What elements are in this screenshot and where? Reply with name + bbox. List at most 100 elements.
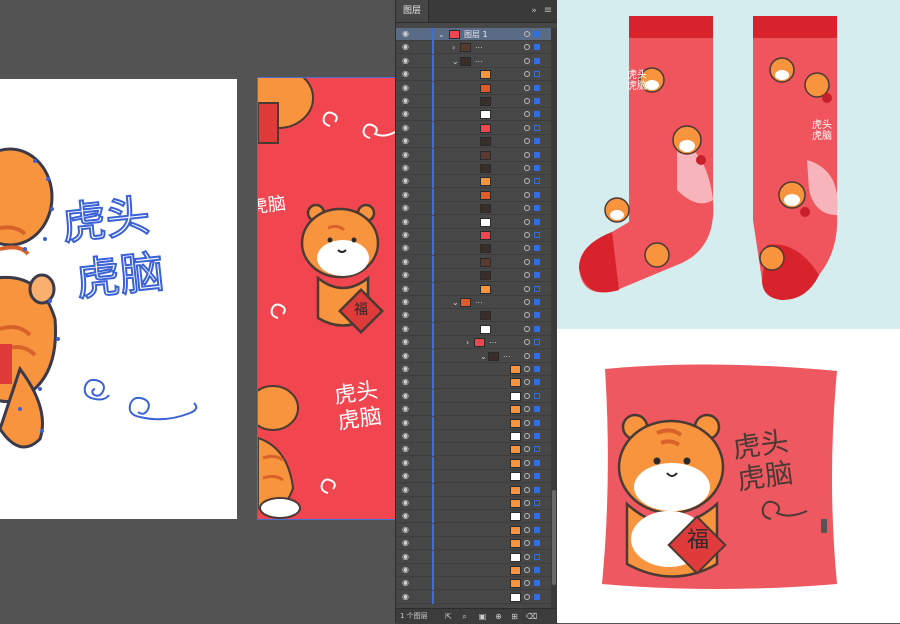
visibility-eye-icon[interactable]: ◉ xyxy=(402,30,412,38)
selection-square-icon[interactable] xyxy=(534,553,540,560)
target-circle-icon[interactable] xyxy=(524,553,530,560)
selection-square-icon[interactable] xyxy=(534,178,540,185)
selection-square-icon[interactable] xyxy=(534,513,540,520)
selection-square-icon[interactable] xyxy=(534,98,540,104)
target-circle-icon[interactable] xyxy=(524,486,530,493)
visibility-eye-icon[interactable]: ◉ xyxy=(402,552,412,561)
expand-chevron-icon[interactable]: ⌄ xyxy=(438,28,445,41)
layer-row[interactable]: ◉ xyxy=(396,510,551,524)
visibility-eye-icon[interactable]: ◉ xyxy=(402,123,412,132)
layer-row[interactable]: ◉ xyxy=(396,162,551,175)
visibility-eye-icon[interactable]: ◉ xyxy=(402,298,412,306)
selection-square-icon[interactable] xyxy=(534,339,540,346)
selection-square-icon[interactable] xyxy=(534,71,540,78)
chevron-right-icon[interactable]: › xyxy=(452,41,455,54)
target-circle-icon[interactable] xyxy=(524,218,530,225)
visibility-eye-icon[interactable]: ◉ xyxy=(402,70,412,78)
visibility-eye-icon[interactable]: ◉ xyxy=(402,566,412,574)
layer-row[interactable]: ◉ xyxy=(396,577,551,591)
visibility-eye-icon[interactable]: ◉ xyxy=(402,190,412,199)
target-circle-icon[interactable] xyxy=(524,84,530,91)
visibility-eye-icon[interactable]: ◉ xyxy=(402,432,412,440)
layer-row[interactable]: ◉ xyxy=(396,242,551,256)
clipping-mask-icon[interactable]: ▣ xyxy=(478,612,487,621)
artboard-pattern-tile[interactable]: 虎脑 福 虎头 虎脑 xyxy=(257,77,395,520)
visibility-eye-icon[interactable]: ◉ xyxy=(402,244,412,252)
selection-square-icon[interactable] xyxy=(534,540,540,547)
visibility-eye-icon[interactable]: ◉ xyxy=(402,458,412,467)
layers-scroll-thumb[interactable] xyxy=(552,490,556,585)
selection-square-icon[interactable] xyxy=(534,151,540,158)
selection-square-icon[interactable] xyxy=(534,232,540,238)
selection-square-icon[interactable] xyxy=(534,392,540,399)
selection-square-icon[interactable] xyxy=(534,165,540,171)
selection-square-icon[interactable] xyxy=(534,379,540,386)
layer-row[interactable]: ◉ xyxy=(396,483,551,497)
layer-row[interactable]: ◉ xyxy=(396,148,551,162)
visibility-eye-icon[interactable]: ◉ xyxy=(402,592,412,601)
visibility-eye-icon[interactable]: ◉ xyxy=(402,43,412,51)
visibility-eye-icon[interactable]: ◉ xyxy=(402,351,412,360)
selection-square-icon[interactable] xyxy=(534,31,540,37)
visibility-eye-icon[interactable]: ◉ xyxy=(402,512,412,520)
visibility-eye-icon[interactable]: ◉ xyxy=(402,445,412,453)
selection-square-icon[interactable] xyxy=(534,352,540,359)
visibility-eye-icon[interactable]: ◉ xyxy=(402,284,412,293)
target-circle-icon[interactable] xyxy=(524,245,530,252)
export-icon[interactable]: ⇱ xyxy=(444,612,453,621)
layer-row[interactable]: ◉ xyxy=(396,430,551,443)
selection-square-icon[interactable] xyxy=(534,526,540,533)
visibility-eye-icon[interactable]: ◉ xyxy=(402,217,412,226)
selection-square-icon[interactable] xyxy=(534,446,540,453)
layers-list[interactable]: ◉ ⌄ 图层 1 ◉ ›... ◉ ⌄... ◉ ◉ ◉ ◉ ◉ ◉ ◉ ◉ ◉ ◉ ◉ ◉ ◉ ◉ ◉ ◉ ◉ ◉ ⌄... ◉ ◉… xyxy=(396,28,551,608)
target-circle-icon[interactable] xyxy=(524,406,530,413)
target-circle-icon[interactable] xyxy=(524,165,530,171)
target-circle-icon[interactable] xyxy=(524,31,530,37)
visibility-eye-icon[interactable]: ◉ xyxy=(402,56,412,65)
target-circle-icon[interactable] xyxy=(524,526,530,533)
chevron-right-icon[interactable]: › xyxy=(466,336,469,349)
visibility-eye-icon[interactable]: ◉ xyxy=(402,311,412,319)
visibility-eye-icon[interactable]: ◉ xyxy=(402,472,412,480)
layer-row[interactable]: ◉ xyxy=(396,470,551,484)
layer-row[interactable]: ◉ xyxy=(396,389,551,403)
selection-square-icon[interactable] xyxy=(534,57,540,64)
visibility-eye-icon[interactable]: ◉ xyxy=(402,324,412,333)
layer-row[interactable]: ◉ ⌄... xyxy=(396,296,551,309)
layer-row[interactable]: ◉ ⌄... xyxy=(396,54,551,68)
selection-square-icon[interactable] xyxy=(534,459,540,466)
search-icon[interactable]: ⌕ xyxy=(460,612,469,621)
visibility-eye-icon[interactable]: ◉ xyxy=(402,257,412,266)
chevron-down-icon[interactable]: ⌄ xyxy=(452,55,459,68)
target-circle-icon[interactable] xyxy=(524,232,530,238)
tab-layers[interactable]: 图层 xyxy=(396,0,429,22)
layer-row[interactable]: ◉ ⌄... xyxy=(396,349,551,363)
selection-square-icon[interactable] xyxy=(534,366,540,372)
layer-row[interactable]: ◉ xyxy=(396,269,551,283)
selection-square-icon[interactable] xyxy=(534,473,540,480)
target-circle-icon[interactable] xyxy=(524,339,530,346)
visibility-eye-icon[interactable]: ◉ xyxy=(402,97,412,105)
target-circle-icon[interactable] xyxy=(524,459,530,466)
target-circle-icon[interactable] xyxy=(524,593,530,600)
chevron-down-icon[interactable]: ⌄ xyxy=(452,296,459,309)
visibility-eye-icon[interactable]: ◉ xyxy=(402,83,412,92)
layer-row[interactable]: ◉ xyxy=(396,376,551,390)
selection-square-icon[interactable] xyxy=(534,419,540,426)
layer-row[interactable]: ◉ xyxy=(396,309,551,323)
target-circle-icon[interactable] xyxy=(524,446,530,453)
panel-menu-icon[interactable]: ≡ xyxy=(542,4,554,18)
target-circle-icon[interactable] xyxy=(524,151,530,158)
layer-row[interactable]: ◉ xyxy=(396,95,551,108)
target-circle-icon[interactable] xyxy=(524,191,530,198)
target-circle-icon[interactable] xyxy=(524,299,530,305)
layer-row[interactable]: ◉ xyxy=(396,282,551,296)
visibility-eye-icon[interactable]: ◉ xyxy=(402,579,412,587)
chevron-down-icon[interactable]: ⌄ xyxy=(480,350,487,363)
target-circle-icon[interactable] xyxy=(524,540,530,547)
target-circle-icon[interactable] xyxy=(524,57,530,64)
layer-row[interactable]: ◉ xyxy=(396,108,551,122)
target-circle-icon[interactable] xyxy=(524,366,530,372)
target-circle-icon[interactable] xyxy=(524,285,530,292)
visibility-eye-icon[interactable]: ◉ xyxy=(402,150,412,159)
